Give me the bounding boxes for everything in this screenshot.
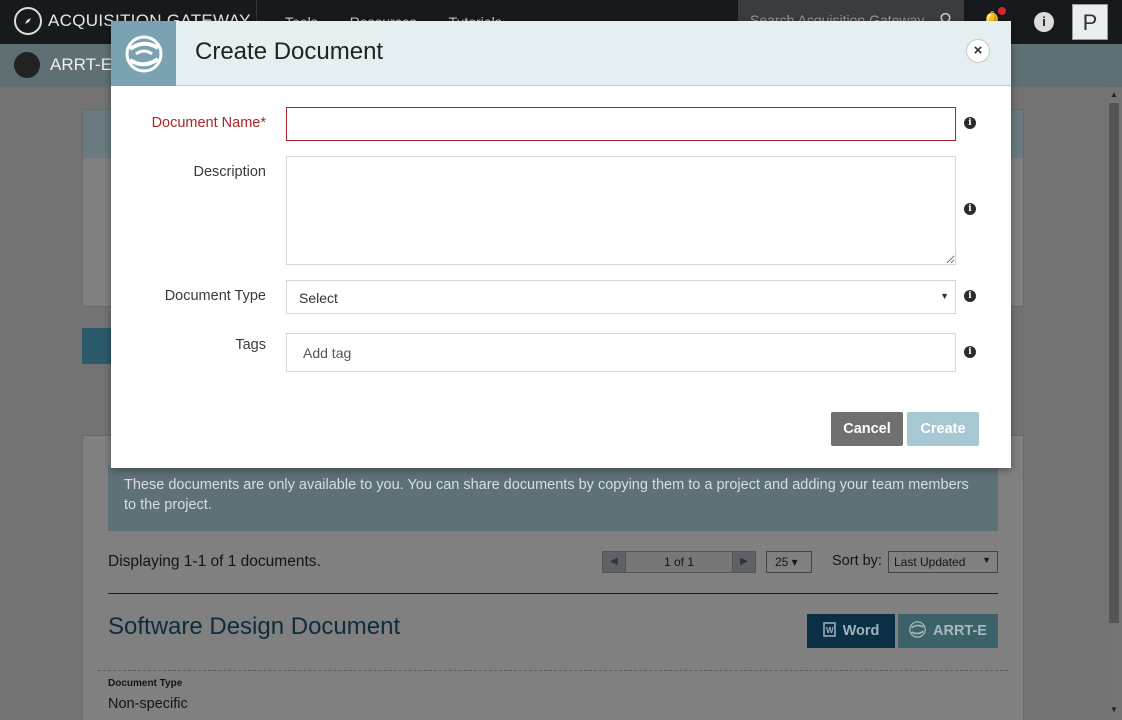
page-scrollbar[interactable]: ▲ ▼ [1106, 87, 1122, 720]
avatar[interactable]: P [1072, 4, 1108, 40]
arrt-e-button-label: ARRT-E [933, 623, 987, 639]
document-name-info-icon[interactable]: i [964, 117, 976, 129]
document-type-info-icon[interactable]: i [964, 290, 976, 302]
word-file-icon: W [822, 621, 836, 641]
document-type-select[interactable]: Select ▼ [286, 280, 956, 314]
tags-info-icon[interactable]: i [964, 346, 976, 358]
modal-header: Create Document × [111, 21, 1011, 86]
description-textarea[interactable] [286, 156, 956, 265]
divider [108, 593, 998, 594]
document-type-label: Document Type [108, 678, 183, 689]
description-label: Description [193, 164, 266, 180]
word-button[interactable]: W Word [807, 614, 895, 648]
document-name-input[interactable] [286, 107, 956, 141]
create-document-modal: Create Document × Document Name* i Descr… [111, 21, 1011, 468]
displaying-count: Displaying 1-1 of 1 documents. [108, 553, 321, 570]
tool-name: ARRT-E [50, 55, 113, 74]
divider [98, 670, 1008, 671]
tags-label: Tags [235, 337, 266, 353]
chevron-down-icon: ▼ [940, 291, 949, 301]
create-button[interactable]: Create [907, 412, 979, 446]
per-page-select[interactable]: 25 ▾ [766, 551, 812, 573]
arrt-e-logo-icon [111, 21, 176, 86]
next-page-button[interactable]: ▶ [733, 552, 755, 572]
close-icon[interactable]: × [966, 39, 990, 63]
sort-label: Sort by: [832, 553, 882, 569]
prev-page-button[interactable]: ◀ [603, 552, 625, 572]
notification-dot [998, 7, 1006, 15]
document-type-label: Document Type [164, 288, 266, 304]
document-type-value: Select [299, 290, 338, 306]
document-name-label: Document Name* [151, 115, 266, 131]
sort-value: Last Updated [894, 555, 966, 569]
cancel-button[interactable]: Cancel [831, 412, 903, 446]
sort-select[interactable]: Last Updated ▼ [888, 551, 998, 573]
scroll-up-icon[interactable]: ▲ [1110, 90, 1118, 99]
help-info-icon[interactable]: i [1034, 12, 1054, 32]
share-note: These documents are only available to yo… [108, 466, 998, 531]
modal-title: Create Document [195, 38, 384, 65]
description-info-icon[interactable]: i [964, 203, 976, 215]
arrt-e-logo-icon [909, 620, 926, 642]
document-title[interactable]: Software Design Document [108, 613, 400, 641]
scrollbar-thumb[interactable] [1109, 103, 1119, 623]
word-button-label: Word [842, 623, 880, 639]
tool-title[interactable]: ARRT-E [14, 52, 112, 78]
chevron-down-icon: ▼ [982, 555, 991, 565]
tags-input[interactable]: Add tag [286, 333, 956, 372]
pager-value[interactable]: 1 of 1 [625, 552, 733, 572]
scroll-down-icon[interactable]: ▼ [1110, 705, 1118, 714]
compass-icon [14, 7, 42, 35]
tags-placeholder: Add tag [303, 345, 352, 361]
arrt-e-button[interactable]: ARRT-E [898, 614, 998, 648]
document-type-value: Non-specific [108, 696, 188, 712]
pager: ◀ 1 of 1 ▶ [602, 551, 756, 573]
arrt-e-logo-icon [14, 52, 40, 78]
svg-text:W: W [826, 626, 834, 635]
